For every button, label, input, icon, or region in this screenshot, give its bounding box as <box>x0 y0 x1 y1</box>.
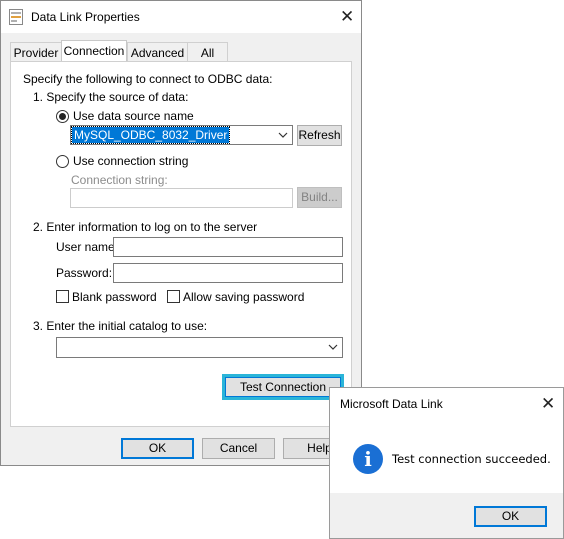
close-icon[interactable]: ✕ <box>541 395 555 412</box>
dsn-selected-value: MySQL_ODBC_8032_Driver <box>70 126 231 144</box>
blank-password-checkbox[interactable] <box>56 290 69 303</box>
cancel-label: Cancel <box>219 441 258 455</box>
refresh-label: Refresh <box>298 128 341 142</box>
info-icon: i <box>353 444 383 474</box>
allow-saving-password-label: Allow saving password <box>183 290 305 304</box>
use-connection-string-label: Use connection string <box>73 154 189 168</box>
intro-text: Specify the following to connect to ODBC… <box>23 72 273 86</box>
chevron-down-icon[interactable] <box>278 130 288 140</box>
chevron-down-icon[interactable] <box>328 342 338 352</box>
close-icon[interactable]: ✕ <box>340 8 354 25</box>
message-box-footer: OK <box>330 493 563 538</box>
blank-password-label: Blank password <box>72 290 157 304</box>
tab-provider[interactable]: Provider <box>10 42 62 62</box>
use-dsn-label: Use data source name <box>73 109 194 123</box>
data-link-icon <box>9 9 23 25</box>
test-connection-button[interactable]: Test Connection <box>225 377 341 397</box>
message-text: Test connection succeeded. <box>392 452 551 466</box>
refresh-button[interactable]: Refresh <box>297 125 342 146</box>
title-bar: Data Link Properties ✕ <box>1 1 361 33</box>
connection-string-input[interactable] <box>70 188 293 208</box>
connection-string-label: Connection string: <box>71 173 168 187</box>
test-connection-label: Test Connection <box>239 380 327 394</box>
tab-label: All <box>200 46 215 60</box>
ok-button[interactable]: OK <box>121 438 194 459</box>
cancel-button[interactable]: Cancel <box>202 438 275 459</box>
ok-label: OK <box>501 509 520 523</box>
message-box-title: Microsoft Data Link <box>340 397 443 411</box>
step3-label: 3. Enter the initial catalog to use: <box>33 319 208 333</box>
use-dsn-radio[interactable] <box>56 110 69 123</box>
username-label: User name: <box>56 240 119 254</box>
message-box: Microsoft Data Link ✕ i Test connection … <box>329 387 564 539</box>
password-label: Password: <box>56 266 113 280</box>
tab-label: Provider <box>13 46 59 60</box>
tab-all[interactable]: All <box>187 42 228 62</box>
data-link-properties-dialog: Data Link Properties ✕ Provider Connecti… <box>0 0 362 466</box>
message-ok-button[interactable]: OK <box>474 506 547 527</box>
allow-saving-password-checkbox[interactable] <box>167 290 180 303</box>
username-input[interactable] <box>113 237 343 257</box>
password-input[interactable] <box>113 263 343 283</box>
tab-label: Advanced <box>130 46 185 60</box>
radio-dot <box>59 113 66 120</box>
use-connection-string-radio[interactable] <box>56 155 69 168</box>
dialog-title: Data Link Properties <box>31 10 140 24</box>
build-button[interactable]: Build... <box>297 187 342 208</box>
step1-label: 1. Specify the source of data: <box>33 90 189 104</box>
tab-advanced[interactable]: Advanced <box>127 42 188 62</box>
build-label: Build... <box>301 190 338 204</box>
initial-catalog-combobox[interactable] <box>56 337 343 358</box>
tab-connection[interactable]: Connection <box>61 40 127 62</box>
step2-label: 2. Enter information to log on to the se… <box>33 220 258 234</box>
ok-label: OK <box>148 441 167 455</box>
dsn-combobox[interactable]: MySQL_ODBC_8032_Driver <box>70 125 293 145</box>
tab-label: Connection <box>63 44 125 58</box>
